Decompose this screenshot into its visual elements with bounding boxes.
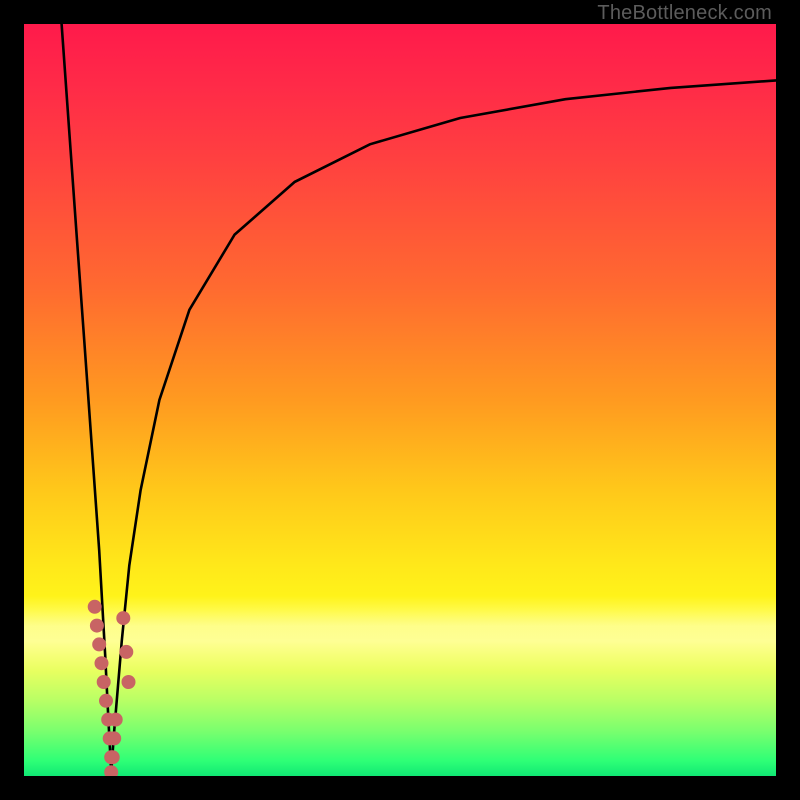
chart-frame: TheBottleneck.com: [0, 0, 800, 800]
axis-right-border: [776, 0, 800, 800]
axis-bottom-border: [0, 776, 800, 800]
axis-left-border: [0, 0, 24, 800]
pale-yellow-band: [24, 596, 776, 671]
watermark-text: TheBottleneck.com: [597, 2, 772, 25]
plot-gradient-background: [24, 24, 776, 776]
